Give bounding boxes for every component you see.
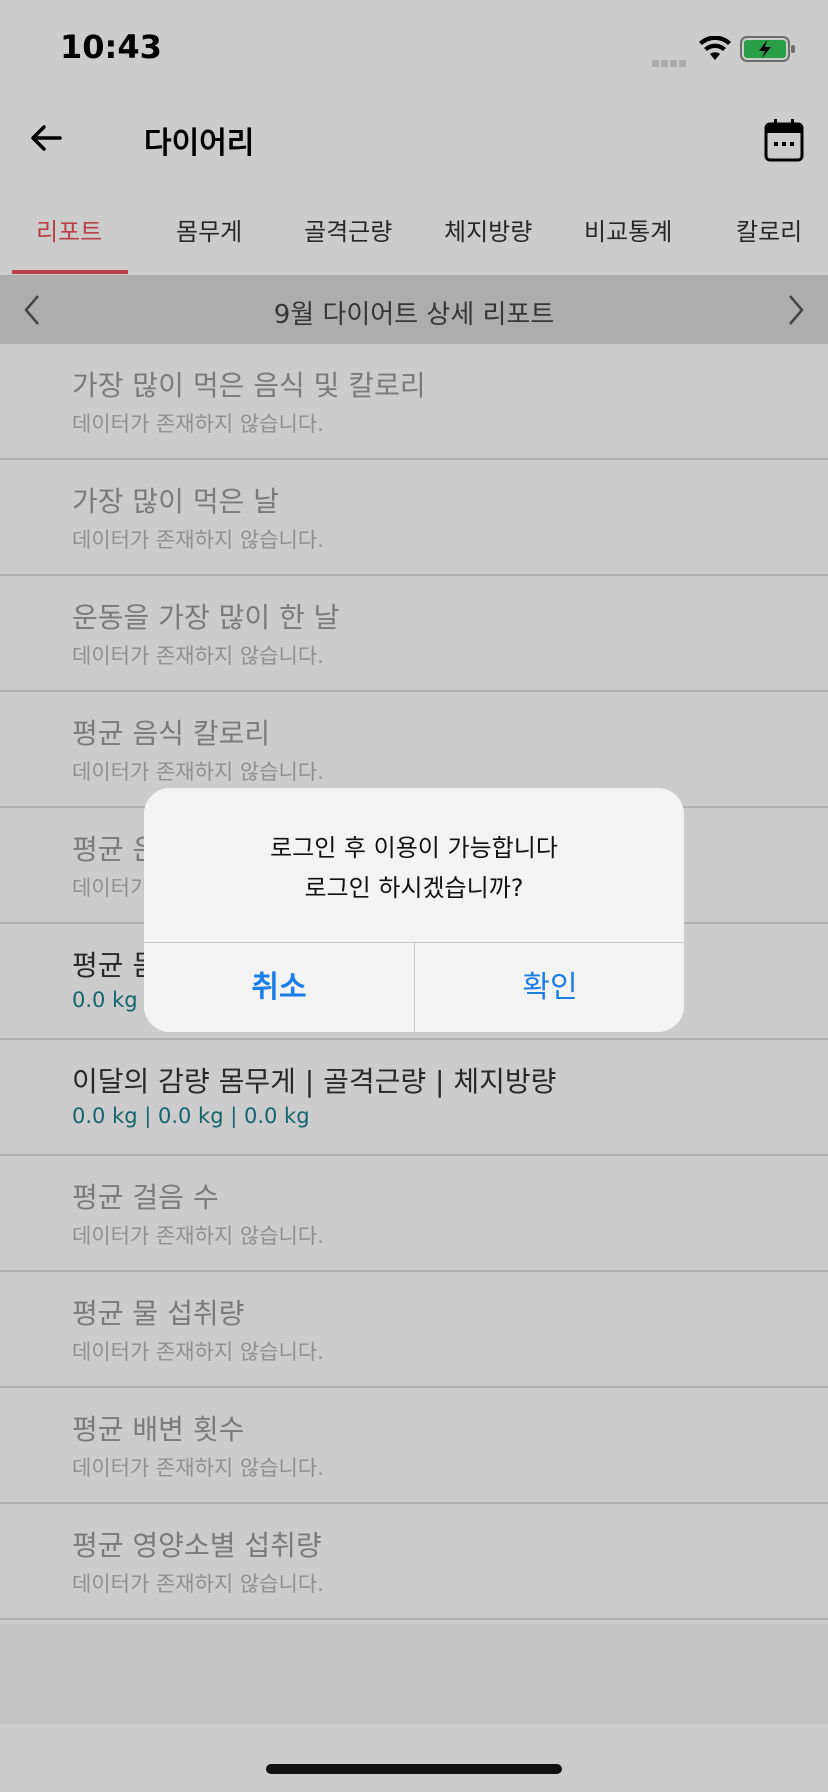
dialog-message: 로그인 후 이용이 가능합니다 로그인 하시겠습니까?	[144, 828, 684, 908]
home-indicator[interactable]	[266, 1764, 562, 1774]
app-screen: 10:43 다이어리 리포트 몸무게 골격근량 체지방량 비교통계 칼로리 9월…	[0, 0, 828, 1792]
cancel-button[interactable]: 취소	[144, 943, 414, 1032]
dialog-message-line1: 로그인 후 이용이 가능합니다	[270, 834, 558, 862]
login-alert-dialog: 로그인 후 이용이 가능합니다 로그인 하시겠습니까? 취소 확인	[144, 788, 684, 1032]
dialog-message-line2: 로그인 하시겠습니까?	[304, 874, 524, 902]
confirm-button[interactable]: 확인	[415, 943, 684, 1032]
